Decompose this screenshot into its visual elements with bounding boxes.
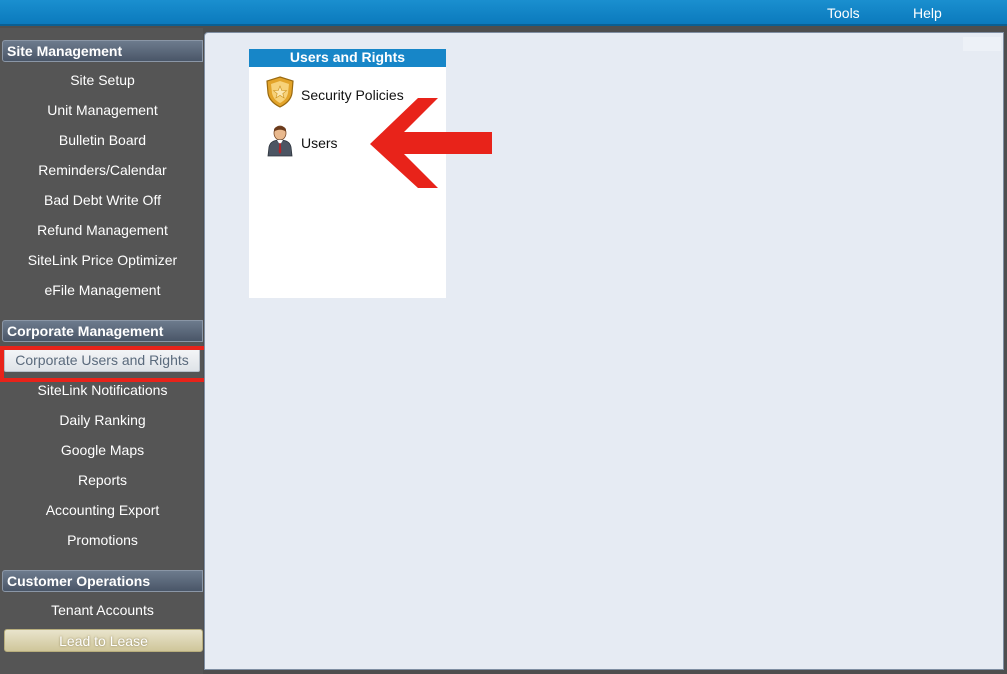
- sidebar-item-bulletin-board[interactable]: Bulletin Board: [2, 127, 203, 153]
- top-menu-bar: Tools Help: [0, 0, 1007, 26]
- user-icon: [265, 123, 295, 162]
- sidebar-item-reports[interactable]: Reports: [2, 467, 203, 493]
- red-arrow-icon: [370, 98, 492, 188]
- sidebar-item-reminders-calendar[interactable]: Reminders/Calendar: [2, 157, 203, 183]
- section-header-corporate-management[interactable]: Corporate Management: [2, 320, 203, 342]
- section-header-customer-operations[interactable]: Customer Operations: [2, 570, 203, 592]
- corner-tab: [963, 37, 1001, 51]
- sidebar-item-bad-debt-write-off[interactable]: Bad Debt Write Off: [2, 187, 203, 213]
- panel-title: Users and Rights: [249, 49, 446, 67]
- menu-tools[interactable]: Tools: [827, 5, 860, 21]
- users-link[interactable]: Users: [265, 123, 338, 162]
- sidebar-item-site-setup[interactable]: Site Setup: [2, 67, 203, 93]
- shield-icon: [265, 76, 295, 113]
- sidebar-item-refund-management[interactable]: Refund Management: [2, 217, 203, 243]
- section-header-site-management[interactable]: Site Management: [2, 40, 203, 62]
- users-label: Users: [301, 134, 338, 151]
- main-content: Users and Rights Security Policies Users: [204, 32, 1004, 670]
- highlight-box: [0, 346, 208, 382]
- sidebar-item-google-maps[interactable]: Google Maps: [2, 437, 203, 463]
- sidebar-item-price-optimizer[interactable]: SiteLink Price Optimizer: [2, 247, 203, 273]
- sidebar-item-unit-management[interactable]: Unit Management: [2, 97, 203, 123]
- sidebar-item-promotions[interactable]: Promotions: [2, 527, 203, 553]
- sidebar-item-tenant-accounts[interactable]: Tenant Accounts: [2, 597, 203, 623]
- menu-help[interactable]: Help: [913, 5, 942, 21]
- sidebar-item-efile-management[interactable]: eFile Management: [2, 277, 203, 303]
- sidebar-item-daily-ranking[interactable]: Daily Ranking: [2, 407, 203, 433]
- sidebar-item-accounting-export[interactable]: Accounting Export: [2, 497, 203, 523]
- sidebar-item-lead-to-lease[interactable]: Lead to Lease: [4, 629, 203, 652]
